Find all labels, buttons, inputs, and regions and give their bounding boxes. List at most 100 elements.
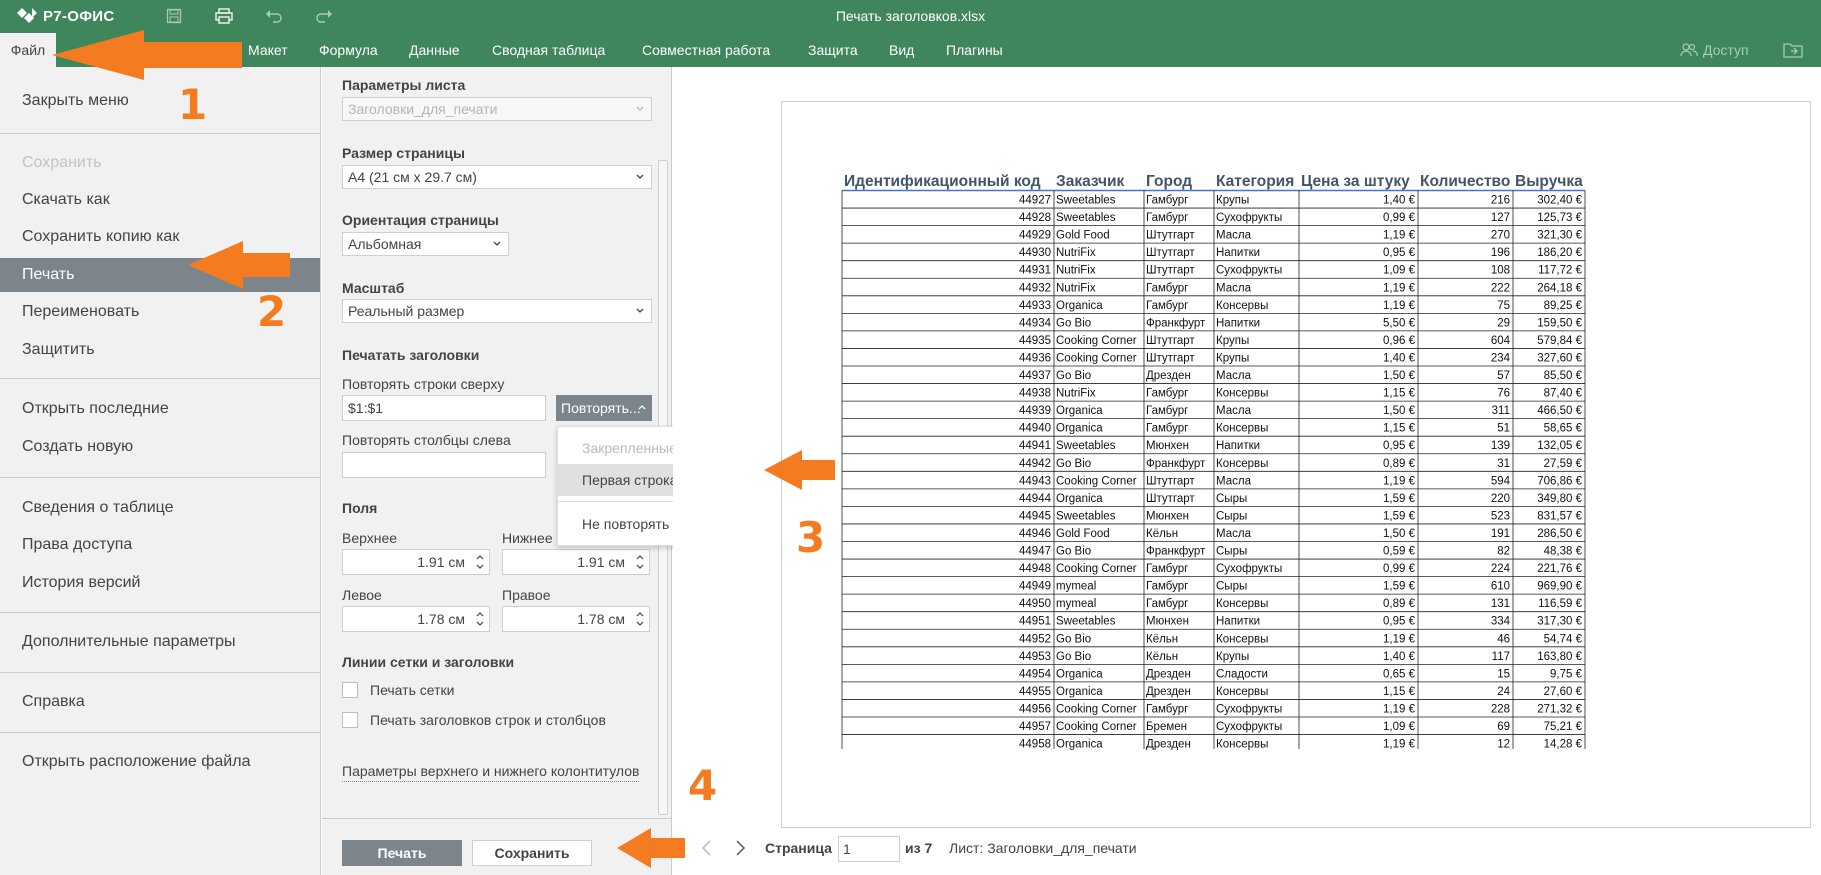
table-cell: 0,59 € [1383,546,1416,558]
table-cell: Cooking Corner [1056,563,1137,575]
table-cell: Sweetables [1056,616,1116,628]
table-cell: Organica [1056,423,1103,435]
table-cell: 1,19 € [1383,475,1416,487]
table-cell: Гамбург [1146,598,1188,610]
table-cell: Консервы [1216,739,1268,751]
table-cell: 317,30 € [1537,616,1582,628]
table-cell: 44947 [1019,546,1051,558]
table-cell: Штутгарт [1146,265,1195,277]
annotation-number-2: 2 [257,287,287,336]
table-cell: 132,05 € [1537,440,1582,452]
table-cell: Гамбург [1146,703,1188,715]
table-cell: Масла [1216,405,1252,417]
table-cell: 46 [1497,633,1510,645]
table-cell: Sweetables [1056,440,1116,452]
table-cell: mymeal [1056,581,1096,593]
table-cell: 75 [1497,300,1510,312]
table-cell: Дрезден [1146,686,1191,698]
table-cell: Гамбург [1146,212,1188,224]
table-cell: 44958 [1019,739,1051,751]
table-cell: Мюнхен [1146,616,1189,628]
table-cell: Консервы [1216,598,1268,610]
table-cell: Сухофрукты [1216,721,1282,733]
table-cell: Гамбург [1146,282,1188,294]
table-cell: Дрезден [1146,739,1191,751]
table-cell: NutriFix [1056,265,1096,277]
table-cell: Консервы [1216,388,1268,400]
table-cell: Крупы [1216,195,1249,207]
table-cell: 0,96 € [1383,335,1416,347]
table-cell: Франкфурт [1146,317,1206,329]
table-cell: 334 [1491,616,1511,628]
table-cell: 466,50 € [1537,405,1582,417]
table-cell: 1,15 € [1383,423,1416,435]
table-cell: Штутгарт [1146,335,1195,347]
table-cell: Гамбург [1146,581,1188,593]
table-cell: 1,19 € [1383,230,1416,242]
table-cell: 58,65 € [1544,423,1583,435]
table-header-cell: Идентификационный код [844,173,1041,190]
table-cell: 44948 [1019,563,1051,575]
table-cell: NutriFix [1056,282,1096,294]
table-cell: 9,75 € [1550,668,1583,680]
page-number-input[interactable]: 1 [838,836,900,862]
table-cell: Дрезден [1146,668,1191,680]
table-cell: 44936 [1019,352,1051,364]
sheet-name-label: Лист: Заголовки_для_печати [949,840,1137,856]
table-cell: NutriFix [1056,247,1096,259]
table-cell: 0,95 € [1383,440,1416,452]
table-header-cell: Категория [1216,173,1294,190]
table-cell: Organica [1056,493,1103,505]
table-cell: 5,50 € [1383,317,1416,329]
table-cell: 44929 [1019,230,1051,242]
table-cell: 1,09 € [1383,265,1416,277]
table-cell: Кёльн [1146,633,1178,645]
table-cell: 831,57 € [1537,510,1582,522]
table-cell: 44937 [1019,370,1051,382]
table-cell: 222 [1491,282,1510,294]
table-cell: 186,20 € [1537,247,1582,259]
table-cell: 14,28 € [1544,739,1583,751]
table-cell: Консервы [1216,633,1268,645]
table-cell: Гамбург [1146,405,1188,417]
table-cell: 44931 [1019,265,1051,277]
table-cell: mymeal [1056,598,1096,610]
table-cell: 0,89 € [1383,598,1416,610]
table-cell: Мюнхен [1146,440,1189,452]
table-cell: 0,89 € [1383,458,1416,470]
table-cell: 221,76 € [1537,563,1582,575]
table-cell: 44956 [1019,703,1051,715]
table-cell: 706,86 € [1537,475,1582,487]
table-cell: 1,09 € [1383,721,1416,733]
table-header-cell: Количество [1420,173,1510,190]
table-cell: 127 [1491,212,1510,224]
table-cell: 27,59 € [1544,458,1583,470]
prev-page-icon[interactable] [700,839,714,857]
table-cell: 75,21 € [1544,721,1583,733]
table-cell: Крупы [1216,651,1249,663]
table-cell: 44934 [1019,317,1052,329]
table-cell: 1,19 € [1383,703,1416,715]
table-cell: 44952 [1019,633,1051,645]
table-cell: 44955 [1019,686,1051,698]
table-cell: 44954 [1019,668,1052,680]
table-cell: 1,40 € [1383,195,1416,207]
annotation-arrow-1 [52,30,242,80]
table-cell: 44939 [1019,405,1051,417]
table-cell: 1,15 € [1383,388,1416,400]
table-cell: 44938 [1019,388,1051,400]
annotation-arrow-4 [617,828,685,868]
table-cell: Кёльн [1146,651,1178,663]
table-cell: 286,50 € [1537,528,1582,540]
table-cell: Cooking Corner [1056,335,1137,347]
table-cell: 1,50 € [1383,370,1416,382]
table-cell: Сухофрукты [1216,563,1282,575]
table-cell: 44933 [1019,300,1051,312]
table-cell: 44945 [1019,510,1051,522]
table-cell: Крупы [1216,352,1249,364]
table-cell: 604 [1491,335,1511,347]
table-cell: 76 [1497,388,1510,400]
next-page-icon[interactable] [733,839,747,857]
annotation-arrow-3 [764,450,835,490]
table-cell: Консервы [1216,686,1268,698]
